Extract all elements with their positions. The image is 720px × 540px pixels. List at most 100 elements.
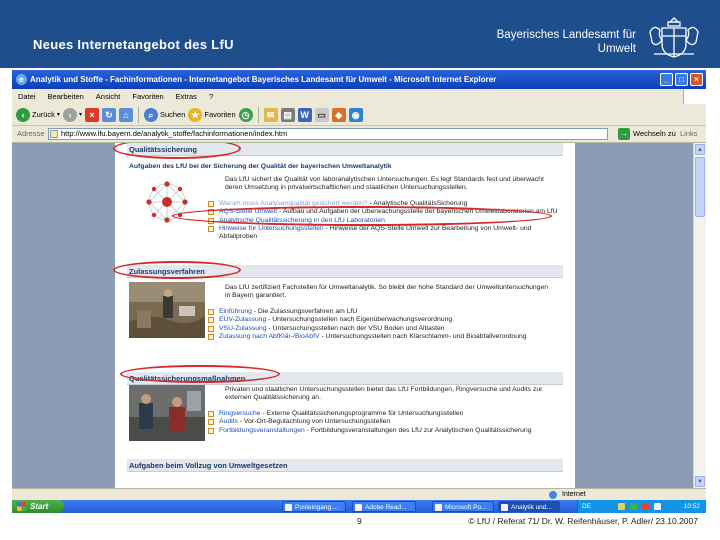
section-paragraph: Das LfU zertifiziert Fachstellen für Umw… bbox=[225, 284, 549, 300]
windows-taskbar: Start Posteingang.... Adobe Read... Micr… bbox=[12, 500, 706, 513]
print-icon[interactable]: ▤ bbox=[280, 107, 295, 122]
network-diagram-image bbox=[129, 174, 205, 230]
mail-icon[interactable]: ✉ bbox=[263, 107, 278, 122]
list-item: Audits - Vor-Ort-Begutachtung von Unters… bbox=[208, 418, 558, 426]
menu-bearbeiten[interactable]: Bearbeiten bbox=[42, 89, 90, 104]
list-item: Fortbildungsveranstaltungen - Fortbildun… bbox=[208, 427, 558, 435]
go-arrow-icon[interactable]: → bbox=[618, 128, 630, 140]
browser-window: e Analytik und Stoffe - Fachinformatione… bbox=[12, 70, 706, 513]
link-ringversuche[interactable]: Ringversuche bbox=[219, 410, 261, 417]
toolbar-separator bbox=[257, 106, 259, 123]
vertical-scrollbar[interactable]: ▲ ▼ bbox=[693, 143, 706, 488]
adobe-icon bbox=[355, 504, 362, 511]
tray-icon[interactable] bbox=[630, 503, 637, 510]
search-button[interactable]: ⌕ Suchen bbox=[143, 106, 186, 124]
forward-arrow-icon: › bbox=[62, 107, 77, 122]
link-einfuehrung[interactable]: Einführung bbox=[219, 308, 252, 315]
refresh-icon[interactable]: ↻ bbox=[101, 107, 116, 122]
task-label: Analytik und... bbox=[511, 504, 552, 511]
forward-button[interactable]: › ▾ bbox=[62, 106, 82, 124]
taskbar-item-powerpoint[interactable]: Microsoft Po... bbox=[432, 501, 494, 512]
start-button[interactable]: Start bbox=[12, 500, 64, 513]
address-input[interactable] bbox=[48, 128, 608, 140]
list-item: EUV-Zulassung - Untersuchungsstellen nac… bbox=[208, 316, 558, 324]
tray-icon[interactable] bbox=[618, 503, 625, 510]
menu-extras[interactable]: Extras bbox=[170, 89, 203, 104]
link-description: - Fortbildungsveranstaltungen des LfU zu… bbox=[304, 426, 532, 434]
taskbar-item-adobe[interactable]: Adobe Read... bbox=[352, 501, 416, 512]
edit-icon[interactable]: W bbox=[297, 107, 312, 122]
outlook-icon bbox=[285, 504, 292, 511]
link-description: - Untersuchungsstellen nach der VSU Bode… bbox=[266, 324, 445, 332]
link-zulassung-abfklaer[interactable]: Zulassung nach AbfKlär-/BioAbfV bbox=[219, 333, 320, 340]
back-arrow-icon: ‹ bbox=[16, 107, 30, 122]
link-audits[interactable]: Audits bbox=[219, 418, 238, 425]
menu-favoriten[interactable]: Favoriten bbox=[126, 89, 169, 104]
favorites-label: Favoriten bbox=[204, 110, 236, 119]
link-list-qualitaetssicherungsmassnahmen: Ringversuche - Externe Qualitätssicherun… bbox=[208, 410, 558, 435]
window-titlebar[interactable]: e Analytik und Stoffe - Fachinformatione… bbox=[12, 70, 706, 89]
internet-explorer-icon bbox=[501, 504, 508, 511]
link-description: - Vor-Ort-Begutachtung von Untersuchungs… bbox=[237, 418, 391, 426]
link-fortbildungsveranstaltungen[interactable]: Fortbildungsveranstaltungen bbox=[219, 427, 305, 434]
web-page: Qualitätssicherung Aufgaben des LfU bei … bbox=[115, 143, 575, 488]
link-vsu-zulassung[interactable]: VSU-Zulassung bbox=[219, 325, 267, 332]
messenger-icon[interactable]: ◆ bbox=[331, 107, 346, 122]
taskbar-item-outlook[interactable]: Posteingang.... bbox=[282, 501, 346, 512]
page-viewport: Qualitätssicherung Aufgaben des LfU bei … bbox=[12, 143, 694, 488]
slide-header: Neues Internetangebot des LfU Bayerische… bbox=[0, 0, 720, 68]
tray-icon[interactable] bbox=[642, 503, 649, 510]
search-label: Suchen bbox=[159, 110, 186, 119]
favorites-button[interactable]: ★ Favoriten bbox=[188, 106, 236, 124]
link-description: - Untersuchungsstellen nach Eigenüberwac… bbox=[266, 316, 453, 324]
browser-toolbar: ‹ Zurück ▾ › ▾ × ↻ ⌂ ⌕ Suchen ★ Favorite… bbox=[12, 104, 706, 126]
scroll-down-icon[interactable]: ▼ bbox=[695, 476, 705, 487]
address-label: Adresse bbox=[17, 129, 45, 138]
history-icon[interactable]: ◷ bbox=[238, 107, 253, 122]
back-label: Zurück bbox=[32, 110, 55, 119]
stop-icon[interactable]: × bbox=[84, 107, 99, 122]
link-euv-zulassung[interactable]: EUV-Zulassung bbox=[219, 316, 266, 323]
slide-title: Neues Internetangebot des LfU bbox=[33, 37, 234, 52]
list-item: Zulassung nach AbfKlär-/BioAbfV - Unters… bbox=[208, 333, 558, 341]
search-icon: ⌕ bbox=[143, 107, 158, 122]
highlight-ellipse bbox=[120, 365, 280, 383]
page-number: 9 bbox=[357, 516, 362, 526]
organization-name: Bayerisches Landesamt für Umwelt bbox=[497, 28, 636, 56]
link-description: - Untersuchungsstellen nach Klärschlamm-… bbox=[319, 332, 527, 340]
link-hinweise-untersuchungsstellen[interactable]: Hinweise für Untersuchungsstellen bbox=[219, 225, 324, 232]
window-title: Analytik und Stoffe - Fachinformationen … bbox=[30, 75, 497, 84]
minimize-button[interactable]: _ bbox=[660, 73, 673, 86]
maximize-button[interactable]: □ bbox=[675, 73, 688, 86]
slide-credit: © LfU / Referat 71/ Dr. W. Reifenhäuser,… bbox=[468, 516, 698, 526]
field-sampling-photo bbox=[129, 282, 205, 338]
task-label: Adobe Read... bbox=[365, 504, 407, 511]
language-indicator[interactable]: DE bbox=[582, 500, 591, 513]
windows-flag-icon bbox=[17, 502, 26, 511]
back-button[interactable]: ‹ Zurück ▾ bbox=[16, 106, 60, 124]
tray-icon[interactable] bbox=[654, 503, 661, 510]
close-button[interactable]: × bbox=[690, 73, 703, 86]
home-icon[interactable]: ⌂ bbox=[118, 107, 133, 122]
list-item: VSU-Zulassung - Untersuchungsstellen nac… bbox=[208, 325, 558, 333]
links-button[interactable]: Links bbox=[680, 126, 698, 142]
scrollbar-thumb[interactable] bbox=[695, 157, 705, 217]
menu-ansicht[interactable]: Ansicht bbox=[90, 89, 127, 104]
start-label: Start bbox=[30, 502, 49, 511]
task-label: Posteingang.... bbox=[295, 504, 339, 511]
menu-datei[interactable]: Datei bbox=[12, 89, 42, 104]
taskbar-item-ie[interactable]: Analytik und... bbox=[498, 501, 560, 512]
research-icon[interactable]: ◉ bbox=[348, 107, 363, 122]
list-item: Ringversuche - Externe Qualitätssicherun… bbox=[208, 410, 558, 418]
task-label: Microsoft Po... bbox=[445, 504, 487, 511]
org-line-1: Bayerisches Landesamt für bbox=[496, 29, 636, 41]
org-line-2: Umwelt bbox=[597, 43, 636, 55]
menu-help[interactable]: ? bbox=[203, 89, 219, 104]
scroll-up-icon[interactable]: ▲ bbox=[695, 144, 705, 155]
section-paragraph: Das LfU sichert die Qualität von laboran… bbox=[225, 176, 544, 192]
discuss-icon[interactable]: ▭ bbox=[314, 107, 329, 122]
globe-icon bbox=[549, 491, 557, 499]
highlight-ellipse bbox=[172, 206, 552, 226]
menu-bar: Datei Bearbeiten Ansicht Favoriten Extra… bbox=[12, 89, 706, 104]
go-button[interactable]: Wechseln zu bbox=[633, 126, 676, 142]
